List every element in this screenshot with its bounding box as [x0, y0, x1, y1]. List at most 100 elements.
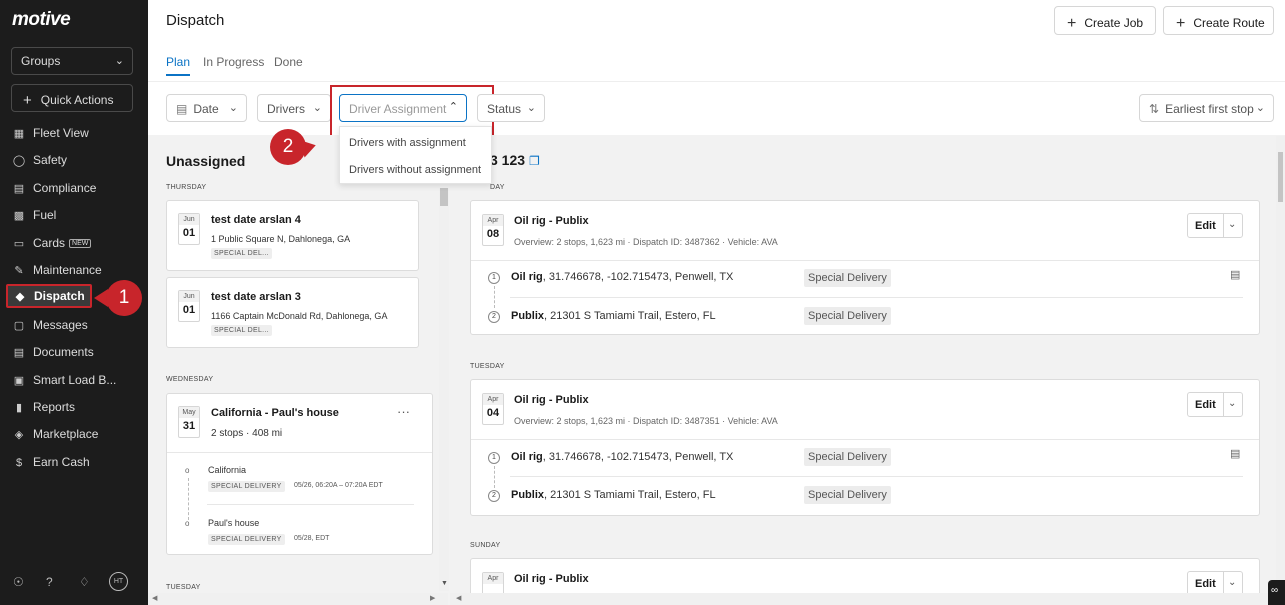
- sidebar-item-label: Fuel: [33, 208, 57, 222]
- stop-number: 2: [488, 490, 500, 502]
- date-month: Apr: [483, 394, 503, 405]
- fuel-icon: ▩: [13, 210, 25, 222]
- main-hscrollbar[interactable]: ◀: [450, 593, 1268, 605]
- day-header: TUESDAY: [470, 363, 505, 370]
- quick-actions-button[interactable]: + Quick Actions: [11, 84, 133, 112]
- option-drivers-without-assignment[interactable]: Drivers without assignment: [349, 164, 481, 176]
- drivers-filter[interactable]: Drivers ⌄: [257, 94, 331, 122]
- plus-icon: +: [1067, 15, 1077, 32]
- create-job-button[interactable]: + Create Job: [1054, 6, 1156, 35]
- divider: [1223, 572, 1224, 595]
- chevron-down-icon[interactable]: ⌄: [1228, 398, 1236, 409]
- stop-number: 1: [488, 272, 500, 284]
- unassigned-job-card[interactable]: Jun 01 test date arslan 4 1 Public Square…: [166, 200, 419, 271]
- tabs-divider: [148, 81, 1285, 82]
- note-icon[interactable]: ▤: [1230, 268, 1240, 281]
- scroll-left-icon[interactable]: ◀: [152, 594, 157, 602]
- stop-connector: [494, 286, 495, 308]
- option-drivers-with-assignment[interactable]: Drivers with assignment: [349, 137, 466, 149]
- unassigned-hscrollbar[interactable]: ◀ ▶: [148, 593, 448, 605]
- stop-address: , 21301 S Tamiami Trail, Estero, FL: [544, 310, 716, 322]
- create-route-button[interactable]: + Create Route: [1163, 6, 1274, 35]
- stop-type-tag: Special Delivery: [804, 448, 891, 466]
- plus-icon: +: [1176, 15, 1186, 32]
- sidebar-item-maintenance[interactable]: ✎ Maintenance: [6, 259, 101, 283]
- day-header: DAY: [490, 184, 505, 191]
- scrollbar-thumb[interactable]: [1278, 152, 1283, 202]
- sidebar-item-reports[interactable]: ▮ Reports: [6, 396, 92, 420]
- more-options-icon[interactable]: ···: [397, 404, 410, 419]
- tab-in-progress[interactable]: In Progress: [203, 55, 264, 69]
- copy-icon[interactable]: ❐: [529, 154, 540, 168]
- sidebar-item-compliance[interactable]: ▤ Compliance: [6, 177, 97, 201]
- stop-line: Publix, 21301 S Tamiami Trail, Estero, F…: [511, 489, 716, 501]
- bell-icon[interactable]: ♢: [79, 575, 90, 589]
- sidebar-item-messages[interactable]: ▢ Messages: [6, 314, 92, 338]
- groups-label: Groups: [21, 54, 61, 68]
- sidebar-item-marketplace[interactable]: ◈ Marketplace: [6, 423, 99, 447]
- sidebar-item-smart-load[interactable]: ▣ Smart Load B...: [6, 369, 117, 393]
- stop-name: Paul's house: [208, 518, 260, 528]
- help-icon[interactable]: ?: [46, 575, 53, 589]
- sort-select[interactable]: ⇅ Earliest first stop ⌄: [1139, 94, 1274, 122]
- date-month: Jun: [179, 214, 199, 225]
- sidebar-item-dispatch[interactable]: ◆ Dispatch: [6, 284, 92, 308]
- sidebar-item-label: Messages: [33, 318, 88, 332]
- date-day: 04: [486, 407, 500, 419]
- date-day: 08: [486, 228, 500, 240]
- edit-button[interactable]: Edit ⌄: [1187, 392, 1243, 417]
- status-filter[interactable]: Status ⌄: [477, 94, 545, 122]
- note-icon[interactable]: ▤: [1230, 447, 1240, 460]
- stop-dot-icon: o: [185, 519, 190, 528]
- unassigned-route-card[interactable]: May 31 California - Paul's house 2 stops …: [166, 393, 433, 555]
- scroll-left-icon[interactable]: ◀: [456, 594, 461, 602]
- stop-type-tag: SPECIAL DELIVERY: [208, 534, 285, 545]
- create-job-label: Create Job: [1084, 16, 1144, 30]
- sidebar-item-fuel[interactable]: ▩ Fuel: [6, 204, 92, 228]
- sidebar-item-cards[interactable]: ▭ Cards NEW: [6, 232, 92, 256]
- motive-logo[interactable]: motive: [12, 9, 71, 31]
- scroll-down-icon[interactable]: ▼: [441, 580, 448, 587]
- main-scrollbar[interactable]: [1276, 136, 1285, 605]
- stop-address: , 31.746678, -102.715473, Penwell, TX: [542, 451, 734, 463]
- stop-type-tag: SPECIAL DEL...: [211, 325, 272, 336]
- stop-name: Publix: [511, 310, 545, 322]
- sidebar-item-label: Marketplace: [33, 427, 99, 441]
- job-overview-text: Overview: 2 stops, 1,623 mi: [514, 237, 626, 247]
- day-header: SUNDAY: [470, 542, 501, 549]
- user-settings-icon[interactable]: ☉: [13, 575, 24, 589]
- tab-plan[interactable]: Plan: [166, 55, 191, 76]
- support-widget[interactable]: ∞: [1268, 580, 1285, 605]
- sidebar-item-documents[interactable]: ▤ Documents: [6, 341, 94, 365]
- groups-select[interactable]: Groups ⌄: [11, 47, 133, 75]
- stop-address: , 31.746678, -102.715473, Penwell, TX: [542, 271, 734, 283]
- tab-done[interactable]: Done: [274, 55, 303, 69]
- date-filter[interactable]: ▤ Date ⌄: [166, 94, 247, 122]
- calendar-icon: ▤: [176, 102, 188, 116]
- chevron-down-icon: ⌄: [1255, 102, 1265, 114]
- chevron-down-icon[interactable]: ⌄: [1228, 577, 1236, 588]
- dollar-icon: $: [15, 457, 23, 469]
- sidebar-item-safety[interactable]: ◯ Safety: [6, 149, 92, 173]
- unassigned-job-card[interactable]: Jun 01 test date arslan 3 1166 Captain Mc…: [166, 277, 419, 348]
- sidebar-item-fleet-view[interactable]: ▦ Fleet View: [6, 122, 92, 146]
- edit-button[interactable]: Edit ⌄: [1187, 213, 1243, 238]
- stop-address: , 21301 S Tamiami Trail, Estero, FL: [544, 489, 716, 501]
- scrollbar-thumb[interactable]: [440, 188, 448, 206]
- unassigned-scrollbar[interactable]: [439, 188, 449, 591]
- scroll-right-icon[interactable]: ▶: [430, 594, 435, 602]
- vehicle: Vehicle: AVA: [727, 237, 778, 247]
- date-day: 01: [182, 304, 196, 316]
- day-header: TUESDAY: [166, 584, 201, 591]
- job-title: Oil rig - Publix: [514, 215, 589, 227]
- chevron-down-icon[interactable]: ⌄: [1228, 219, 1236, 230]
- avatar[interactable]: HT: [109, 572, 128, 591]
- date-day: 31: [182, 420, 196, 432]
- driver-assignment-filter[interactable]: Driver Assignment ⌃: [339, 94, 467, 122]
- divider: [510, 297, 1243, 298]
- sidebar-item-earn-cash[interactable]: $ Earn Cash: [6, 451, 92, 475]
- day-header: WEDNESDAY: [166, 376, 214, 383]
- sidebar-item-label: Compliance: [33, 181, 97, 195]
- stop-connector: [188, 478, 189, 520]
- sidebar-item-label: Smart Load B...: [33, 373, 117, 387]
